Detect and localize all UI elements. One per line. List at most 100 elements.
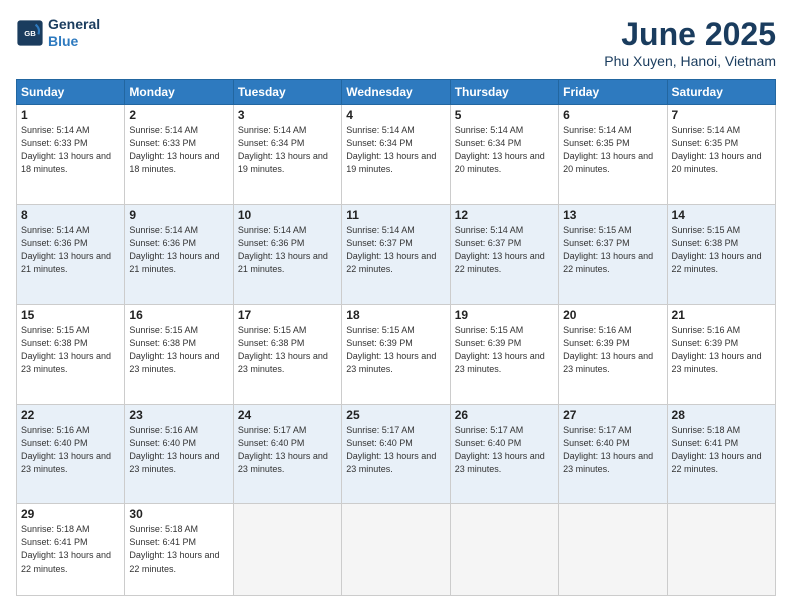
page: GB General Blue June 2025 Phu Xuyen, Han… (0, 0, 792, 612)
day-number: 4 (346, 108, 445, 122)
day-number: 13 (563, 208, 662, 222)
calendar-cell: 23 Sunrise: 5:16 AMSunset: 6:40 PMDayligh… (125, 404, 233, 504)
title-block: June 2025 Phu Xuyen, Hanoi, Vietnam (604, 16, 776, 69)
day-number: 15 (21, 308, 120, 322)
calendar-week-5: 29 Sunrise: 5:18 AMSunset: 6:41 PMDayligh… (17, 504, 776, 596)
day-number: 6 (563, 108, 662, 122)
calendar-cell: 20 Sunrise: 5:16 AMSunset: 6:39 PMDayligh… (559, 304, 667, 404)
calendar-cell (450, 504, 558, 596)
day-info: Sunrise: 5:16 AMSunset: 6:40 PMDaylight:… (21, 424, 120, 476)
day-info: Sunrise: 5:14 AMSunset: 6:34 PMDaylight:… (346, 124, 445, 176)
day-number: 12 (455, 208, 554, 222)
calendar-cell: 18Sunrise: 5:15 AMSunset: 6:39 PMDayligh… (342, 304, 450, 404)
day-number: 10 (238, 208, 337, 222)
day-info: Sunrise: 5:14 AMSunset: 6:36 PMDaylight:… (21, 224, 120, 276)
day-info: Sunrise: 5:16 AMSunset: 6:39 PMDaylight:… (672, 324, 771, 376)
calendar-cell: 19 Sunrise: 5:15 AMSunset: 6:39 PMDayligh… (450, 304, 558, 404)
logo-text: General Blue (48, 16, 100, 50)
calendar-cell: 7Sunrise: 5:14 AMSunset: 6:35 PMDaylight… (667, 105, 775, 205)
day-info: Sunrise: 5:15 AMSunset: 6:38 PMDaylight:… (238, 324, 337, 376)
day-number: 20 (563, 308, 662, 322)
day-number: 18 (346, 308, 445, 322)
day-info: Sunrise: 5:14 AMSunset: 6:34 PMDaylight:… (455, 124, 554, 176)
calendar-week-3: 15 Sunrise: 5:15 AMSunset: 6:38 PMDayligh… (17, 304, 776, 404)
calendar-week-2: 8 Sunrise: 5:14 AMSunset: 6:36 PMDaylight… (17, 204, 776, 304)
col-saturday: Saturday (667, 80, 775, 105)
day-number: 7 (672, 108, 771, 122)
day-number: 3 (238, 108, 337, 122)
day-info: Sunrise: 5:17 AMSunset: 6:40 PMDaylight:… (455, 424, 554, 476)
logo-icon: GB (16, 19, 44, 47)
day-info: Sunrise: 5:18 AMSunset: 6:41 PMDaylight:… (129, 523, 228, 575)
calendar-cell: 1 Sunrise: 5:14 AMSunset: 6:33 PMDaylight… (17, 105, 125, 205)
calendar-table: Sunday Monday Tuesday Wednesday Thursday… (16, 79, 776, 596)
day-number: 1 (21, 108, 120, 122)
day-info: Sunrise: 5:18 AMSunset: 6:41 PMDaylight:… (672, 424, 771, 476)
logo: GB General Blue (16, 16, 100, 50)
col-monday: Monday (125, 80, 233, 105)
calendar-cell: 16 Sunrise: 5:15 AMSunset: 6:38 PMDayligh… (125, 304, 233, 404)
day-number: 21 (672, 308, 771, 322)
calendar-cell: 14Sunrise: 5:15 AMSunset: 6:38 PMDayligh… (667, 204, 775, 304)
day-info: Sunrise: 5:17 AMSunset: 6:40 PMDaylight:… (346, 424, 445, 476)
day-number: 30 (129, 507, 228, 521)
calendar-cell: 25 Sunrise: 5:17 AMSunset: 6:40 PMDayligh… (342, 404, 450, 504)
calendar-cell: 4 Sunrise: 5:14 AMSunset: 6:34 PMDaylight… (342, 105, 450, 205)
day-number: 23 (129, 408, 228, 422)
day-info: Sunrise: 5:18 AMSunset: 6:41 PMDaylight:… (21, 523, 120, 575)
day-number: 25 (346, 408, 445, 422)
calendar-cell: 17 Sunrise: 5:15 AMSunset: 6:38 PMDayligh… (233, 304, 341, 404)
day-number: 24 (238, 408, 337, 422)
calendar-cell: 5 Sunrise: 5:14 AMSunset: 6:34 PMDaylight… (450, 105, 558, 205)
day-number: 26 (455, 408, 554, 422)
day-info: Sunrise: 5:14 AMSunset: 6:36 PMDaylight:… (129, 224, 228, 276)
col-sunday: Sunday (17, 80, 125, 105)
day-number: 19 (455, 308, 554, 322)
svg-text:GB: GB (24, 29, 36, 38)
calendar-cell: 24 Sunrise: 5:17 AMSunset: 6:40 PMDayligh… (233, 404, 341, 504)
day-number: 27 (563, 408, 662, 422)
calendar-week-4: 22 Sunrise: 5:16 AMSunset: 6:40 PMDayligh… (17, 404, 776, 504)
calendar-cell: 6 Sunrise: 5:14 AMSunset: 6:35 PMDaylight… (559, 105, 667, 205)
day-info: Sunrise: 5:14 AMSunset: 6:36 PMDaylight:… (238, 224, 337, 276)
calendar-cell: 10 Sunrise: 5:14 AMSunset: 6:36 PMDayligh… (233, 204, 341, 304)
calendar-cell: 8 Sunrise: 5:14 AMSunset: 6:36 PMDaylight… (17, 204, 125, 304)
day-number: 17 (238, 308, 337, 322)
calendar-cell: 26 Sunrise: 5:17 AMSunset: 6:40 PMDayligh… (450, 404, 558, 504)
header: GB General Blue June 2025 Phu Xuyen, Han… (16, 16, 776, 69)
calendar-cell: 2Sunrise: 5:14 AMSunset: 6:33 PMDaylight… (125, 105, 233, 205)
calendar-cell (233, 504, 341, 596)
day-number: 5 (455, 108, 554, 122)
calendar-cell: 30 Sunrise: 5:18 AMSunset: 6:41 PMDayligh… (125, 504, 233, 596)
day-number: 2 (129, 108, 228, 122)
day-info: Sunrise: 5:15 AMSunset: 6:38 PMDaylight:… (129, 324, 228, 376)
day-number: 28 (672, 408, 771, 422)
day-info: Sunrise: 5:17 AMSunset: 6:40 PMDaylight:… (238, 424, 337, 476)
calendar-cell: 11Sunrise: 5:14 AMSunset: 6:37 PMDayligh… (342, 204, 450, 304)
day-info: Sunrise: 5:14 AMSunset: 6:33 PMDaylight:… (21, 124, 120, 176)
calendar-cell: 29 Sunrise: 5:18 AMSunset: 6:41 PMDayligh… (17, 504, 125, 596)
day-info: Sunrise: 5:15 AMSunset: 6:39 PMDaylight:… (455, 324, 554, 376)
day-info: Sunrise: 5:15 AMSunset: 6:37 PMDaylight:… (563, 224, 662, 276)
calendar-cell (559, 504, 667, 596)
calendar-header-row: Sunday Monday Tuesday Wednesday Thursday… (17, 80, 776, 105)
calendar-title: June 2025 (604, 16, 776, 53)
day-info: Sunrise: 5:15 AMSunset: 6:38 PMDaylight:… (21, 324, 120, 376)
day-number: 9 (129, 208, 228, 222)
day-number: 29 (21, 507, 120, 521)
calendar-subtitle: Phu Xuyen, Hanoi, Vietnam (604, 53, 776, 69)
col-friday: Friday (559, 80, 667, 105)
calendar-cell: 28 Sunrise: 5:18 AMSunset: 6:41 PMDayligh… (667, 404, 775, 504)
day-info: Sunrise: 5:14 AMSunset: 6:35 PMDaylight:… (563, 124, 662, 176)
calendar-cell: 12Sunrise: 5:14 AMSunset: 6:37 PMDayligh… (450, 204, 558, 304)
day-number: 8 (21, 208, 120, 222)
day-number: 22 (21, 408, 120, 422)
calendar-cell: 27Sunrise: 5:17 AMSunset: 6:40 PMDayligh… (559, 404, 667, 504)
day-info: Sunrise: 5:16 AMSunset: 6:39 PMDaylight:… (563, 324, 662, 376)
day-info: Sunrise: 5:16 AMSunset: 6:40 PMDaylight:… (129, 424, 228, 476)
day-number: 11 (346, 208, 445, 222)
day-number: 16 (129, 308, 228, 322)
calendar-cell: 21 Sunrise: 5:16 AMSunset: 6:39 PMDayligh… (667, 304, 775, 404)
day-info: Sunrise: 5:15 AMSunset: 6:38 PMDaylight:… (672, 224, 771, 276)
calendar-cell: 9 Sunrise: 5:14 AMSunset: 6:36 PMDaylight… (125, 204, 233, 304)
